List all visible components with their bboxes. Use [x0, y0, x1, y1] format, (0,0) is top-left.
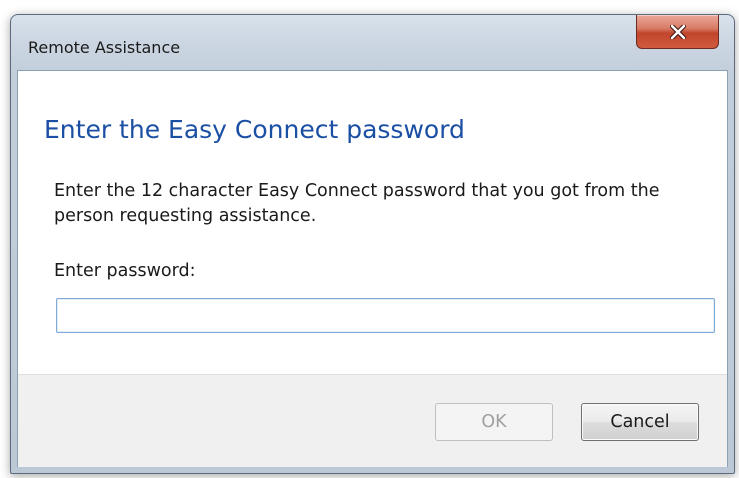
ok-button[interactable]: OK — [435, 403, 553, 441]
instructions-text: Enter the 12 character Easy Connect pass… — [54, 181, 660, 226]
dialog-heading: Enter the Easy Connect password — [44, 115, 465, 144]
password-input[interactable] — [56, 298, 715, 333]
close-icon — [670, 25, 686, 39]
dialog-window: Remote Assistance Enter the Easy Connect… — [10, 14, 735, 474]
password-label: Enter password: — [54, 261, 196, 281]
cancel-button[interactable]: Cancel — [581, 403, 699, 441]
close-button[interactable] — [636, 15, 719, 49]
button-bar: OK Cancel — [18, 374, 727, 467]
dialog-content: Enter the Easy Connect password Enter th… — [17, 70, 728, 467]
window-title: Remote Assistance — [28, 38, 181, 57]
